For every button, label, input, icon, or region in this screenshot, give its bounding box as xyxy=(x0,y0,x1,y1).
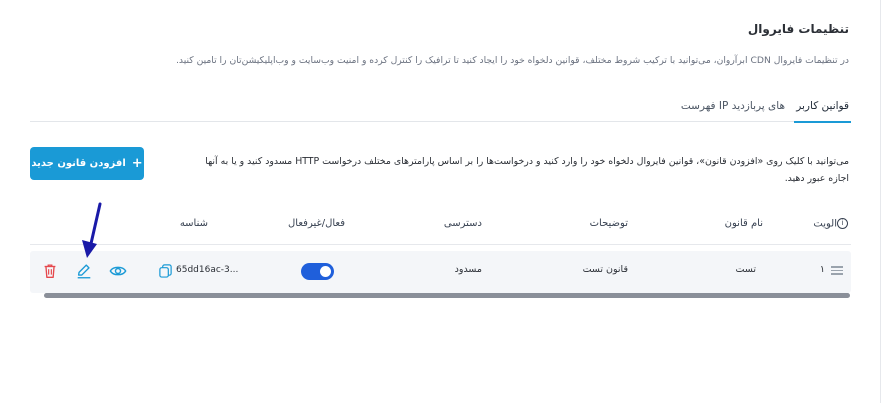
enabled-toggle[interactable] xyxy=(301,263,334,280)
tab-top-ip-list[interactable]: فهرست IP های پربازدید xyxy=(681,98,785,121)
horizontal-scrollbar[interactable] xyxy=(44,293,850,298)
row-id: 65dd16ac-3... xyxy=(176,265,239,275)
info-icon[interactable]: i xyxy=(837,218,848,229)
page-description: در تنظیمات فایروال CDN ابرآروان، می‌توان… xyxy=(176,55,849,66)
annotation-arrow-icon xyxy=(82,202,102,258)
table-row: ۱ تست قانون تست مسدود 65dd16ac-3... xyxy=(30,251,851,293)
edit-icon[interactable] xyxy=(75,262,93,280)
header-id: شناسه xyxy=(179,218,208,229)
header-rule-name: نام قانون xyxy=(724,218,763,229)
row-description: قانون تست xyxy=(582,264,628,275)
help-text-line-1: می‌توانید با کلیک روی «افزودن قانون»، قو… xyxy=(205,156,849,167)
page-title: تنظیمات فایروال xyxy=(747,22,849,36)
tab-user-rules[interactable]: قوانین کاربر xyxy=(794,98,851,123)
add-rule-button[interactable]: افزودن قانون جدید + xyxy=(30,147,144,180)
plus-icon: + xyxy=(131,156,143,171)
row-priority: ۱ xyxy=(819,264,825,275)
row-rule-name: تست xyxy=(735,264,756,275)
view-icon[interactable] xyxy=(109,262,127,280)
table-header: الویت i نام قانون توضیحات دسترسی فعال/غیر… xyxy=(30,210,851,245)
help-text: می‌توانید با کلیک روی «افزودن قانون»، قو… xyxy=(159,153,849,187)
drag-handle-icon[interactable] xyxy=(831,266,843,276)
header-description: توضیحات xyxy=(589,218,628,229)
tabs-bar: قوانین کاربر فهرست IP های پربازدید xyxy=(30,98,851,123)
header-access: دسترسی xyxy=(443,218,482,229)
delete-icon[interactable] xyxy=(41,262,59,280)
help-text-line-2: اجازه عبور دهید. xyxy=(784,173,849,184)
add-rule-label: افزودن قانون جدید xyxy=(31,158,126,169)
header-priority: الویت i xyxy=(813,218,851,230)
firewall-settings-card: تنظیمات فایروال در تنظیمات فایروال CDN ا… xyxy=(0,0,881,403)
header-status: فعال/غیرفعال xyxy=(288,218,345,229)
copy-icon[interactable] xyxy=(158,263,173,278)
row-access: مسدود xyxy=(454,264,482,275)
